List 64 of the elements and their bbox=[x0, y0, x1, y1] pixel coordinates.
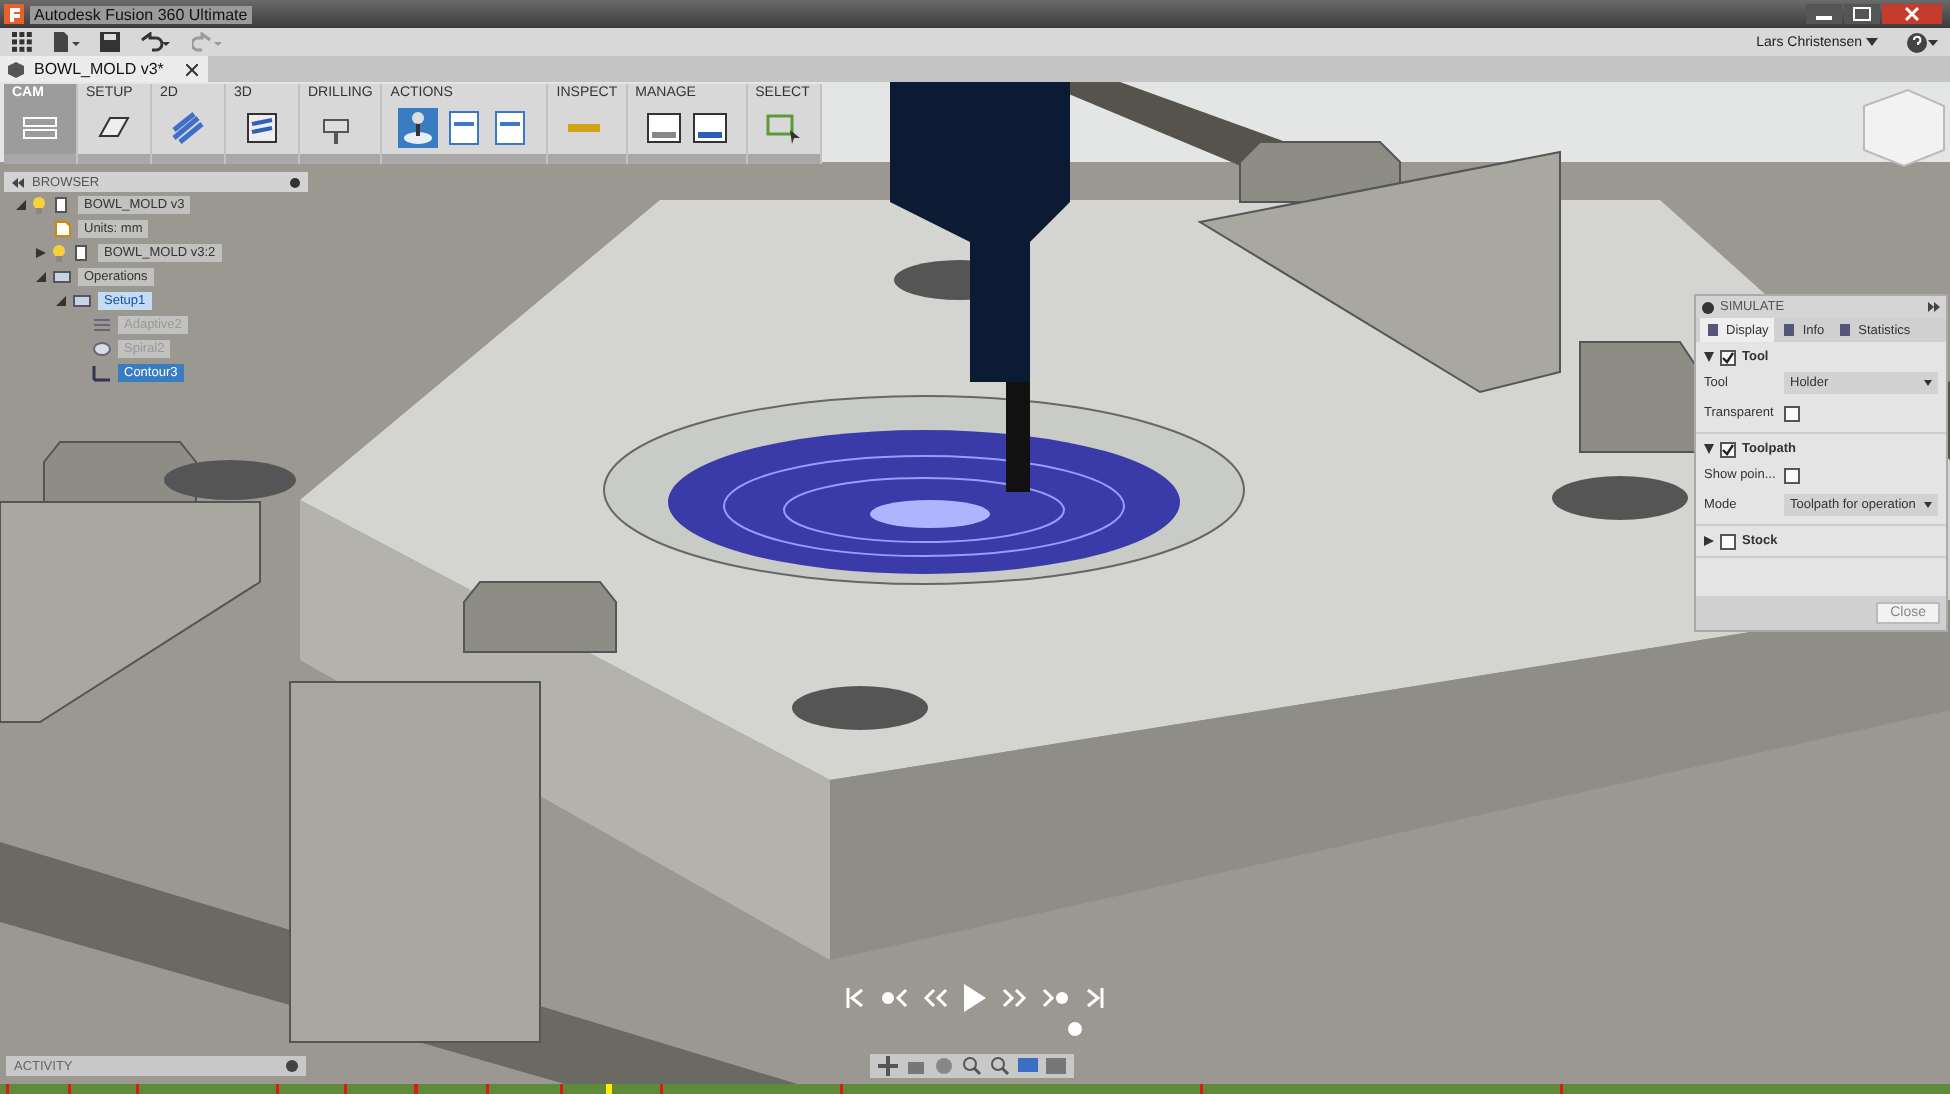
undo-icon[interactable] bbox=[140, 32, 172, 52]
expand-arrow-icon[interactable] bbox=[36, 247, 46, 257]
maximize-icon[interactable] bbox=[1844, 4, 1880, 24]
tool-icon[interactable] bbox=[689, 107, 730, 147]
caret-icon bbox=[1924, 380, 1932, 386]
play-icon[interactable] bbox=[963, 984, 986, 1012]
bolt-hole bbox=[164, 460, 296, 500]
expand-arrow-icon[interactable] bbox=[1704, 444, 1714, 454]
gear-icon[interactable] bbox=[286, 1060, 298, 1072]
previous-marker-icon[interactable] bbox=[879, 988, 908, 1008]
zoom-icon[interactable] bbox=[990, 1056, 1010, 1076]
next-marker-icon[interactable] bbox=[1042, 988, 1071, 1008]
skip-start-icon[interactable] bbox=[846, 988, 864, 1008]
tree-node-icon bbox=[72, 243, 92, 261]
zoom-window-icon[interactable] bbox=[962, 1056, 982, 1076]
checkbox[interactable] bbox=[1720, 533, 1736, 549]
tab-icon bbox=[1782, 322, 1799, 338]
minimize-icon[interactable] bbox=[1806, 4, 1842, 24]
rewind-icon[interactable] bbox=[922, 988, 949, 1008]
collapse-icon[interactable] bbox=[12, 177, 24, 187]
tree-node-icon bbox=[52, 267, 72, 285]
tree-node-icon bbox=[52, 219, 72, 237]
expand-arrow-icon[interactable] bbox=[36, 271, 46, 281]
window-title: Autodesk Fusion 360 Ultimate bbox=[30, 5, 252, 23]
checkbox[interactable] bbox=[1720, 349, 1736, 365]
box-icon bbox=[8, 61, 24, 77]
expand-arrow-icon[interactable] bbox=[16, 199, 26, 209]
bolt-hole bbox=[1552, 476, 1688, 520]
expand-icon[interactable] bbox=[1928, 302, 1940, 312]
tree-node-icon bbox=[72, 291, 92, 309]
tab-icon bbox=[1838, 322, 1855, 338]
tree-node-icon bbox=[92, 363, 112, 381]
help-icon[interactable] bbox=[1906, 31, 1938, 53]
close-icon[interactable] bbox=[1882, 4, 1942, 24]
fast-forward-icon[interactable] bbox=[1001, 988, 1028, 1008]
tool-icon[interactable] bbox=[242, 107, 282, 147]
caret-icon[interactable] bbox=[1866, 38, 1878, 46]
expand-arrow-icon[interactable] bbox=[56, 295, 66, 305]
pin-icon[interactable] bbox=[290, 177, 300, 187]
tab-icon bbox=[1706, 322, 1722, 338]
checkbox[interactable] bbox=[1784, 467, 1800, 483]
save-icon[interactable] bbox=[100, 32, 120, 52]
file-icon[interactable] bbox=[52, 32, 80, 52]
checkbox[interactable] bbox=[1720, 441, 1736, 457]
checkbox[interactable] bbox=[1784, 405, 1800, 421]
grid-menu-icon[interactable] bbox=[12, 32, 32, 52]
pan-icon[interactable] bbox=[878, 1056, 898, 1076]
tree-node-icon bbox=[92, 315, 112, 333]
app-logo-icon bbox=[4, 4, 24, 24]
expand-arrow-icon[interactable] bbox=[1704, 536, 1714, 546]
caret-icon bbox=[1924, 502, 1932, 508]
camera-icon[interactable] bbox=[906, 1056, 926, 1076]
tool-icon[interactable] bbox=[643, 107, 684, 147]
tree-node-icon bbox=[52, 195, 72, 213]
tool-icon[interactable] bbox=[398, 107, 439, 147]
expand-arrow-icon[interactable] bbox=[1704, 352, 1714, 362]
viewcube-icon[interactable] bbox=[1863, 88, 1945, 168]
document-tab[interactable]: BOWL_MOLD v3* bbox=[0, 56, 208, 82]
grid-icon[interactable] bbox=[1046, 1056, 1066, 1076]
skip-end-icon[interactable] bbox=[1085, 988, 1104, 1008]
display-icon[interactable] bbox=[1018, 1056, 1038, 1076]
close-icon[interactable] bbox=[186, 63, 198, 75]
gear-icon bbox=[1702, 301, 1714, 313]
bolt-hole bbox=[792, 686, 928, 730]
